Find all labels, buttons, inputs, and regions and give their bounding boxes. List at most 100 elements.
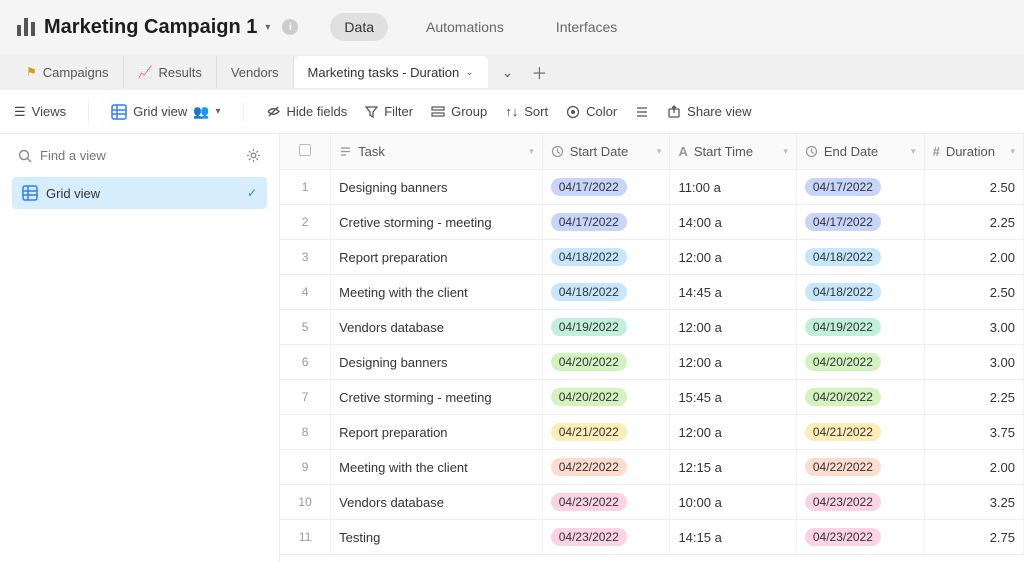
cell-end-date[interactable]: 04/17/2022 [796,170,924,205]
cell-duration[interactable]: 2.00 [924,240,1023,275]
select-all-header[interactable] [280,134,331,170]
cell-duration[interactable]: 2.00 [924,450,1023,485]
table-row[interactable]: 10Vendors database04/23/202210:00 a04/23… [280,485,1024,520]
cell-start-date[interactable]: 04/20/2022 [542,345,670,380]
row-number[interactable]: 4 [280,275,331,310]
cell-end-date[interactable]: 04/18/2022 [796,240,924,275]
tab-interfaces[interactable]: Interfaces [542,13,631,41]
cell-duration[interactable]: 3.25 [924,485,1023,520]
info-icon[interactable]: i [282,19,298,35]
column-header-start-time[interactable]: A Start Time ▾ [670,134,796,170]
cell-duration[interactable]: 2.75 [924,520,1023,555]
table-row[interactable]: 2Cretive storming - meeting04/17/202214:… [280,205,1024,240]
table-row[interactable]: 4Meeting with the client04/18/202214:45 … [280,275,1024,310]
cell-task[interactable]: Cretive storming - meeting [331,380,543,415]
cell-start-time[interactable]: 14:15 a [670,520,796,555]
cell-end-date[interactable]: 04/20/2022 [796,380,924,415]
cell-duration[interactable]: 2.50 [924,170,1023,205]
cell-duration[interactable]: 3.00 [924,345,1023,380]
table-row[interactable]: 9Meeting with the client04/22/202212:15 … [280,450,1024,485]
table-row[interactable]: 7Cretive storming - meeting 04/20/202215:… [280,380,1024,415]
cell-start-date[interactable]: 04/23/2022 [542,520,670,555]
cell-task[interactable]: Report preparation [331,415,543,450]
column-header-task[interactable]: Task ▾ [331,134,543,170]
grid-view-button[interactable]: Grid view 👥 ▾ [111,104,220,120]
cell-start-time[interactable]: 12:00 a [670,345,796,380]
chevron-down-icon[interactable]: ▾ [783,146,788,157]
cell-task[interactable]: Designing banners [331,170,543,205]
cell-start-time[interactable]: 15:45 a [670,380,796,415]
table-row[interactable]: 6Designing banners04/20/202212:00 a04/20… [280,345,1024,380]
cell-start-time[interactable]: 11:00 a [670,170,796,205]
cell-start-date[interactable]: 04/22/2022 [542,450,670,485]
table-row[interactable]: 3Report preparation04/18/202212:00 a04/1… [280,240,1024,275]
cell-start-date[interactable]: 04/17/2022 [542,170,670,205]
cell-end-date[interactable]: 04/23/2022 [796,485,924,520]
row-number[interactable]: 1 [280,170,331,205]
views-button[interactable]: ☰ Views [14,104,66,120]
tab-automations[interactable]: Automations [412,13,518,41]
cell-task[interactable]: Meeting with the client [331,275,543,310]
table-row[interactable]: 8Report preparation04/21/202212:00 a04/2… [280,415,1024,450]
table-tab-marketing-tasks[interactable]: Marketing tasks - Duration ⌄ [294,56,488,88]
cell-end-date[interactable]: 04/22/2022 [796,450,924,485]
cell-duration[interactable]: 2.25 [924,380,1023,415]
row-number[interactable]: 5 [280,310,331,345]
table-row[interactable]: 5Vendors database04/19/202212:00 a04/19/… [280,310,1024,345]
column-header-start-date[interactable]: Start Date ▾ [542,134,670,170]
cell-start-date[interactable]: 04/21/2022 [542,415,670,450]
row-height-button[interactable] [635,105,649,119]
add-row-button[interactable]: ＋ [280,555,1024,562]
group-button[interactable]: Group [431,104,487,119]
share-view-button[interactable]: Share view [667,104,751,119]
view-search-input[interactable] [40,148,238,163]
cell-start-date[interactable]: 04/23/2022 [542,485,670,520]
cell-end-date[interactable]: 04/17/2022 [796,205,924,240]
cell-start-time[interactable]: 10:00 a [670,485,796,520]
cell-end-date[interactable]: 04/20/2022 [796,345,924,380]
row-number[interactable]: 6 [280,345,331,380]
color-button[interactable]: Color [566,104,617,119]
filter-button[interactable]: Filter [365,104,413,119]
cell-task[interactable]: Vendors database [331,310,543,345]
cell-start-date[interactable]: 04/18/2022 [542,275,670,310]
cell-task[interactable]: Vendors database [331,485,543,520]
cell-start-time[interactable]: 12:00 a [670,415,796,450]
chevron-down-icon[interactable]: ▾ [911,146,916,157]
cell-task[interactable]: Report preparation [331,240,543,275]
chevron-down-icon[interactable]: ▾ [1010,146,1015,157]
cell-end-date[interactable]: 04/21/2022 [796,415,924,450]
row-number[interactable]: 2 [280,205,331,240]
table-row[interactable]: 11Testing04/23/202214:15 a04/23/20222.75 [280,520,1024,555]
cell-start-date[interactable]: 04/18/2022 [542,240,670,275]
sort-button[interactable]: ↑↓ Sort [505,104,548,119]
cell-start-time[interactable]: 14:00 a [670,205,796,240]
row-number[interactable]: 7 [280,380,331,415]
table-tab-results[interactable]: 📈 Results [124,56,217,88]
cell-start-date[interactable]: 04/17/2022 [542,205,670,240]
cell-start-time[interactable]: 14:45 a [670,275,796,310]
chevron-down-icon[interactable]: ▾ [657,146,662,157]
cell-task[interactable]: Testing [331,520,543,555]
cell-duration[interactable]: 2.25 [924,205,1023,240]
cell-start-time[interactable]: 12:00 a [670,240,796,275]
cell-end-date[interactable]: 04/19/2022 [796,310,924,345]
row-number[interactable]: 11 [280,520,331,555]
row-number[interactable]: 3 [280,240,331,275]
row-number[interactable]: 10 [280,485,331,520]
checkbox-icon[interactable] [299,144,311,156]
view-search[interactable] [12,144,267,167]
base-title[interactable]: Marketing Campaign 1 [44,16,257,39]
tab-overflow-icon[interactable]: ⌄ [502,64,514,81]
cell-end-date[interactable]: 04/23/2022 [796,520,924,555]
chevron-down-icon[interactable]: ⌄ [465,67,473,78]
hide-fields-button[interactable]: Hide fields [266,104,348,119]
cell-duration[interactable]: 3.75 [924,415,1023,450]
cell-duration[interactable]: 3.00 [924,310,1023,345]
chevron-down-icon[interactable]: ▾ [215,106,220,117]
cell-task[interactable]: Designing banners [331,345,543,380]
table-tab-vendors[interactable]: Vendors [217,56,294,88]
cell-start-date[interactable]: 04/19/2022 [542,310,670,345]
column-header-duration[interactable]: # Duration ▾ [924,134,1023,170]
column-header-end-date[interactable]: End Date ▾ [796,134,924,170]
